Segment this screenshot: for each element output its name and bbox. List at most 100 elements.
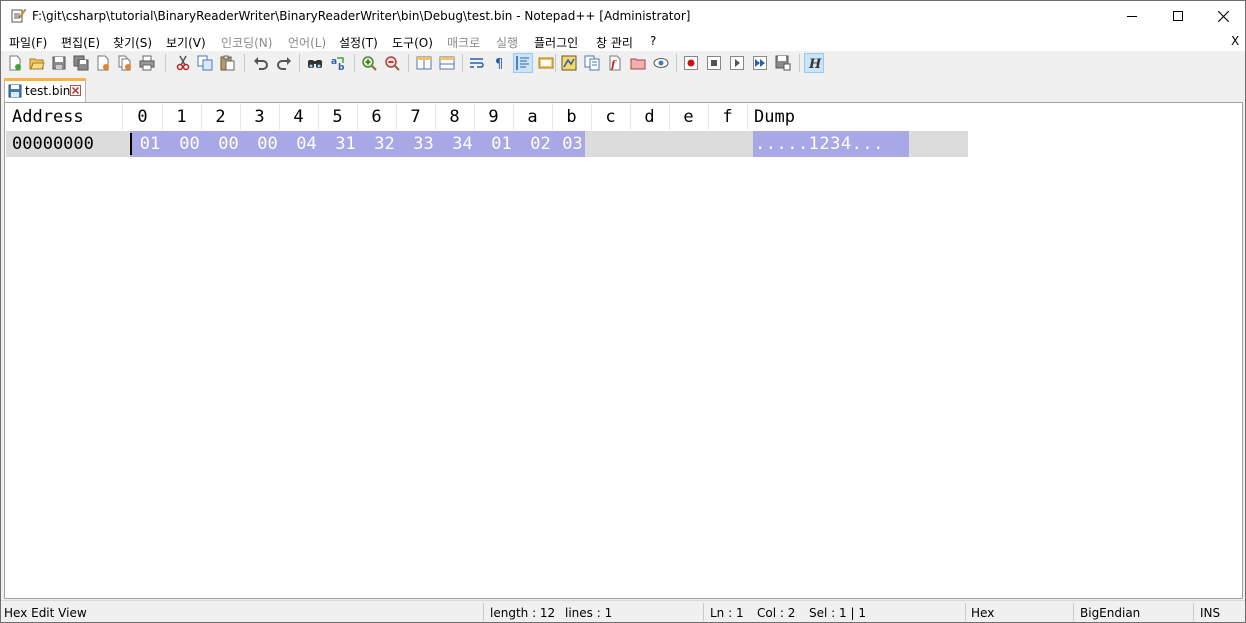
menu-macro[interactable]: 매크로 bbox=[447, 34, 480, 51]
column-header: 9 bbox=[488, 107, 499, 127]
find-button[interactable] bbox=[305, 53, 325, 73]
copy-icon bbox=[197, 55, 213, 71]
close-document-button[interactable]: X bbox=[1231, 34, 1239, 48]
document-map-button[interactable] bbox=[559, 53, 579, 73]
cut-button[interactable] bbox=[173, 53, 193, 73]
sync-vertical-button[interactable] bbox=[414, 53, 434, 73]
tab-close-icon[interactable] bbox=[70, 85, 81, 96]
menu-language[interactable]: 언어(L) bbox=[288, 34, 326, 51]
folder-as-workspace-button[interactable] bbox=[628, 53, 648, 73]
status-length: length : 12 bbox=[490, 606, 556, 620]
hex-byte-cell[interactable]: 02 bbox=[521, 131, 560, 157]
hex-byte-cell[interactable]: 00 bbox=[209, 131, 248, 157]
menu-edit[interactable]: 편집(E) bbox=[61, 34, 100, 51]
notepadpp-window: F:\git\csharp\tutorial\BinaryReaderWrite… bbox=[0, 0, 1246, 623]
replace-button[interactable]: ab bbox=[328, 53, 348, 73]
hex-editor-view[interactable]: Address 0 1 2 3 4 5 6 7 8 9 a b c d e f … bbox=[4, 102, 1243, 599]
close-all-button[interactable] bbox=[115, 53, 135, 73]
redo-icon bbox=[277, 57, 291, 70]
indent-guide-button[interactable] bbox=[513, 53, 533, 73]
menu-tools[interactable]: 도구(O) bbox=[392, 34, 433, 51]
monitoring-icon bbox=[653, 58, 669, 68]
menu-encoding[interactable]: 인코딩(N) bbox=[221, 34, 272, 51]
hex-byte-cell[interactable]: 33 bbox=[404, 131, 443, 157]
svg-text:H: H bbox=[808, 57, 822, 71]
stop-macro-button[interactable] bbox=[704, 53, 724, 73]
save-button[interactable] bbox=[49, 53, 69, 73]
close-file-button[interactable] bbox=[93, 53, 113, 73]
hex-byte-cell[interactable]: 32 bbox=[365, 131, 404, 157]
close-window-button[interactable] bbox=[1200, 1, 1245, 31]
hex-byte-cell[interactable]: 34 bbox=[443, 131, 482, 157]
column-header: 4 bbox=[293, 107, 304, 127]
close-file-icon bbox=[97, 55, 109, 71]
print-button[interactable] bbox=[137, 53, 157, 73]
status-separator bbox=[483, 603, 484, 621]
hex-byte-cell[interactable]: 00 bbox=[248, 131, 287, 157]
menu-help[interactable]: ? bbox=[650, 34, 656, 48]
document-list-button[interactable] bbox=[582, 53, 602, 73]
hex-byte-cell[interactable]: 03 bbox=[560, 131, 585, 157]
toolbar-separator bbox=[799, 54, 800, 72]
status-lines: lines : 1 bbox=[565, 606, 613, 620]
menu-settings[interactable]: 설정(T) bbox=[339, 34, 378, 51]
minimize-icon bbox=[1127, 16, 1137, 17]
status-insert-mode[interactable]: INS bbox=[1200, 606, 1220, 620]
tab-test-bin[interactable]: test.bin bbox=[4, 78, 86, 102]
record-macro-button[interactable] bbox=[681, 53, 701, 73]
open-file-icon bbox=[29, 58, 45, 70]
column-header: 2 bbox=[215, 107, 226, 127]
menu-run[interactable]: 실행 bbox=[496, 34, 518, 51]
undo-button[interactable] bbox=[251, 53, 271, 73]
save-all-button[interactable] bbox=[71, 53, 91, 73]
new-file-button[interactable] bbox=[5, 53, 25, 73]
menu-window[interactable]: 창 관리 bbox=[596, 34, 633, 51]
hex-byte-cell[interactable]: 00 bbox=[170, 131, 209, 157]
status-separator bbox=[1193, 603, 1194, 621]
ascii-dump-cell[interactable]: .....1234... bbox=[753, 131, 909, 157]
status-line: Ln : 1 bbox=[710, 606, 744, 620]
toolbar-separator bbox=[676, 54, 677, 72]
maximize-button[interactable] bbox=[1155, 1, 1201, 31]
play-macro-button[interactable] bbox=[727, 53, 747, 73]
copy-button[interactable] bbox=[195, 53, 215, 73]
sync-horizontal-icon bbox=[439, 56, 455, 70]
status-view-format[interactable]: Hex bbox=[971, 606, 994, 620]
column-header: 7 bbox=[410, 107, 421, 127]
toolbar-separator bbox=[555, 54, 556, 72]
notepadpp-app-icon bbox=[11, 8, 26, 23]
menu-plugins[interactable]: 플러그인 bbox=[534, 34, 578, 51]
hex-byte-cell[interactable]: 04 bbox=[287, 131, 326, 157]
hex-byte-cell[interactable]: 31 bbox=[326, 131, 365, 157]
column-header: 5 bbox=[332, 107, 343, 127]
play-macro-icon bbox=[730, 56, 744, 70]
word-wrap-button[interactable] bbox=[467, 53, 487, 73]
save-macro-button[interactable] bbox=[773, 53, 793, 73]
minimize-button[interactable] bbox=[1109, 1, 1155, 31]
column-header: 1 bbox=[176, 107, 187, 127]
menu-file[interactable]: 파일(F) bbox=[9, 34, 47, 51]
toolbar-separator bbox=[299, 54, 300, 72]
toolbar-separator bbox=[244, 54, 245, 72]
status-endian[interactable]: BigEndian bbox=[1080, 606, 1140, 620]
status-bar: Hex Edit View length : 12 lines : 1 Ln :… bbox=[1, 600, 1245, 622]
hex-editor-button[interactable]: H bbox=[804, 53, 824, 73]
hex-byte-cell[interactable]: 01 bbox=[482, 131, 521, 157]
menu-search[interactable]: 찾기(S) bbox=[113, 34, 152, 51]
user-defined-language-button[interactable] bbox=[536, 53, 556, 73]
show-all-characters-button[interactable]: ¶ bbox=[489, 53, 509, 73]
zoom-in-button[interactable] bbox=[359, 53, 379, 73]
run-macro-multiple-button[interactable] bbox=[750, 53, 770, 73]
hex-data-row[interactable]: 00000000 01 00 00 00 04 31 32 33 34 01 0… bbox=[6, 131, 968, 157]
zoom-out-button[interactable] bbox=[382, 53, 402, 73]
monitoring-button[interactable] bbox=[651, 53, 671, 73]
function-list-button[interactable]: f bbox=[605, 53, 625, 73]
sync-horizontal-button[interactable] bbox=[437, 53, 457, 73]
document-map-icon bbox=[561, 55, 577, 71]
hex-byte-cell[interactable]: 01 bbox=[130, 131, 170, 157]
menu-view[interactable]: 보기(V) bbox=[166, 34, 206, 51]
paste-button[interactable] bbox=[217, 53, 237, 73]
open-file-button[interactable] bbox=[27, 53, 47, 73]
redo-button[interactable] bbox=[274, 53, 294, 73]
svg-text:b: b bbox=[338, 63, 345, 71]
